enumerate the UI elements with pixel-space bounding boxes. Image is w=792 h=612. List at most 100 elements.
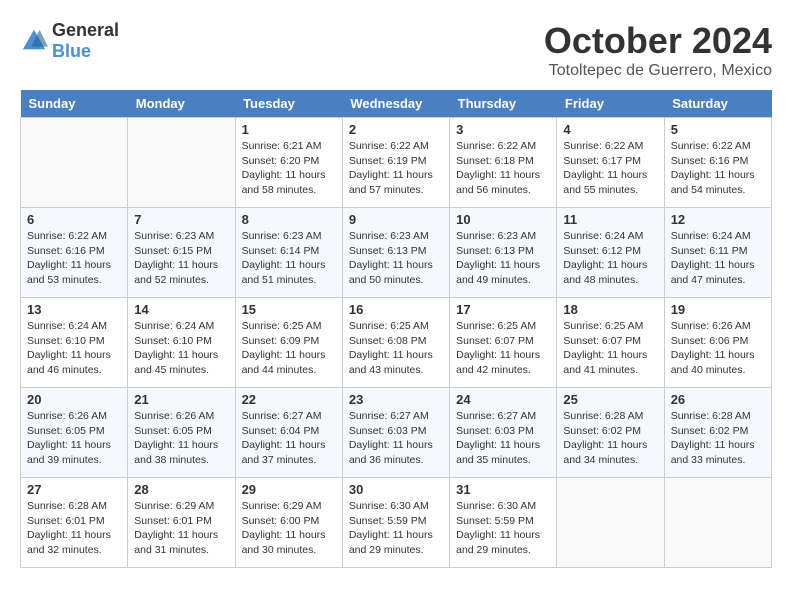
calendar-cell — [664, 478, 771, 568]
logo-general: General — [52, 20, 119, 40]
cell-content: Sunrise: 6:24 AMSunset: 6:11 PMDaylight:… — [671, 229, 765, 288]
logo-text: General Blue — [52, 20, 119, 62]
calendar-cell: 6Sunrise: 6:22 AMSunset: 6:16 PMDaylight… — [21, 208, 128, 298]
day-number: 28 — [134, 482, 228, 497]
day-number: 15 — [242, 302, 336, 317]
calendar-cell: 21 Sunrise: 6:26 AMSunset: 6:05 PMDayligh… — [128, 388, 235, 478]
cell-content: Sunrise: 6:23 AMSunset: 6:13 PMDaylight:… — [349, 229, 443, 288]
day-number: 23 — [349, 392, 443, 407]
day-number: 8 — [242, 212, 336, 227]
calendar-cell: 10 Sunrise: 6:23 AMSunset: 6:13 PMDayligh… — [450, 208, 557, 298]
calendar-cell: 18Sunrise: 6:25 AMSunset: 6:07 PMDayligh… — [557, 298, 664, 388]
calendar-cell: 12Sunrise: 6:24 AMSunset: 6:11 PMDayligh… — [664, 208, 771, 298]
calendar-cell: 17Sunrise: 6:25 AMSunset: 6:07 PMDayligh… — [450, 298, 557, 388]
weekday-header-friday: Friday — [557, 90, 664, 118]
cell-content: Sunrise: 6:23 AMSunset: 6:15 PMDaylight:… — [134, 229, 228, 288]
cell-content: Sunrise: 6:24 AMSunset: 6:10 PMDaylight:… — [134, 319, 228, 378]
weekday-header-tuesday: Tuesday — [235, 90, 342, 118]
weekday-header-thursday: Thursday — [450, 90, 557, 118]
calendar-cell: 15 Sunrise: 6:25 AMSunset: 6:09 PMDayligh… — [235, 298, 342, 388]
calendar-cell: 3Sunrise: 6:22 AMSunset: 6:18 PMDaylight… — [450, 118, 557, 208]
weekday-header-monday: Monday — [128, 90, 235, 118]
day-number: 24 — [456, 392, 550, 407]
day-number: 21 — [134, 392, 228, 407]
day-number: 6 — [27, 212, 121, 227]
day-number: 2 — [349, 122, 443, 137]
day-number: 30 — [349, 482, 443, 497]
day-number: 10 — [456, 212, 550, 227]
calendar-week-5: 27 Sunrise: 6:28 AMSunset: 6:01 PMDayligh… — [21, 478, 772, 568]
calendar-cell: 26 Sunrise: 6:28 AMSunset: 6:02 PMDayligh… — [664, 388, 771, 478]
location-title: Totoltepec de Guerrero, Mexico — [544, 62, 772, 80]
calendar-cell: 13 Sunrise: 6:24 AMSunset: 6:10 PMDayligh… — [21, 298, 128, 388]
calendar-cell: 28 Sunrise: 6:29 AMSunset: 6:01 PMDayligh… — [128, 478, 235, 568]
day-number: 25 — [563, 392, 657, 407]
cell-content: Sunrise: 6:24 AMSunset: 6:12 PMDaylight:… — [563, 229, 657, 288]
day-number: 11 — [563, 212, 657, 227]
calendar-cell: 8 Sunrise: 6:23 AMSunset: 6:14 PMDaylight… — [235, 208, 342, 298]
logo-blue: Blue — [52, 41, 91, 61]
calendar-cell: 11 Sunrise: 6:24 AMSunset: 6:12 PMDayligh… — [557, 208, 664, 298]
cell-content: Sunrise: 6:28 AMSunset: 6:01 PMDaylight:… — [27, 499, 121, 558]
cell-content: Sunrise: 6:30 AMSunset: 5:59 PMDaylight:… — [349, 499, 443, 558]
calendar-cell — [557, 478, 664, 568]
cell-content: Sunrise: 6:27 AMSunset: 6:03 PMDaylight:… — [349, 409, 443, 468]
title-section: October 2024 Totoltepec de Guerrero, Mex… — [544, 20, 772, 80]
cell-content: Sunrise: 6:26 AMSunset: 6:06 PMDaylight:… — [671, 319, 765, 378]
weekday-header-row: SundayMondayTuesdayWednesdayThursdayFrid… — [21, 90, 772, 118]
calendar-cell: 19 Sunrise: 6:26 AMSunset: 6:06 PMDayligh… — [664, 298, 771, 388]
month-title: October 2024 — [544, 20, 772, 62]
cell-content: Sunrise: 6:22 AMSunset: 6:16 PMDaylight:… — [671, 139, 765, 198]
logo: General Blue — [20, 20, 119, 62]
day-number: 22 — [242, 392, 336, 407]
day-number: 7 — [134, 212, 228, 227]
cell-content: Sunrise: 6:24 AMSunset: 6:10 PMDaylight:… — [27, 319, 121, 378]
cell-content: Sunrise: 6:25 AMSunset: 6:09 PMDaylight:… — [242, 319, 336, 378]
calendar-cell: 29Sunrise: 6:29 AMSunset: 6:00 PMDayligh… — [235, 478, 342, 568]
day-number: 3 — [456, 122, 550, 137]
calendar-table: SundayMondayTuesdayWednesdayThursdayFrid… — [20, 90, 772, 568]
cell-content: Sunrise: 6:22 AMSunset: 6:19 PMDaylight:… — [349, 139, 443, 198]
day-number: 16 — [349, 302, 443, 317]
day-number: 9 — [349, 212, 443, 227]
calendar-cell: 2 Sunrise: 6:22 AMSunset: 6:19 PMDaylight… — [342, 118, 449, 208]
cell-content: Sunrise: 6:29 AMSunset: 6:00 PMDaylight:… — [242, 499, 336, 558]
day-number: 26 — [671, 392, 765, 407]
day-number: 31 — [456, 482, 550, 497]
calendar-cell: 31 Sunrise: 6:30 AMSunset: 5:59 PMDayligh… — [450, 478, 557, 568]
cell-content: Sunrise: 6:26 AMSunset: 6:05 PMDaylight:… — [134, 409, 228, 468]
cell-content: Sunrise: 6:27 AMSunset: 6:03 PMDaylight:… — [456, 409, 550, 468]
calendar-week-2: 6Sunrise: 6:22 AMSunset: 6:16 PMDaylight… — [21, 208, 772, 298]
calendar-week-4: 20 Sunrise: 6:26 AMSunset: 6:05 PMDayligh… — [21, 388, 772, 478]
day-number: 27 — [27, 482, 121, 497]
calendar-week-1: 1Sunrise: 6:21 AMSunset: 6:20 PMDaylight… — [21, 118, 772, 208]
cell-content: Sunrise: 6:28 AMSunset: 6:02 PMDaylight:… — [671, 409, 765, 468]
cell-content: Sunrise: 6:30 AMSunset: 5:59 PMDaylight:… — [456, 499, 550, 558]
calendar-cell — [21, 118, 128, 208]
calendar-week-3: 13 Sunrise: 6:24 AMSunset: 6:10 PMDayligh… — [21, 298, 772, 388]
day-number: 18 — [563, 302, 657, 317]
calendar-cell: 24 Sunrise: 6:27 AMSunset: 6:03 PMDayligh… — [450, 388, 557, 478]
page-header: General Blue October 2024 Totoltepec de … — [20, 20, 772, 80]
cell-content: Sunrise: 6:28 AMSunset: 6:02 PMDaylight:… — [563, 409, 657, 468]
cell-content: Sunrise: 6:26 AMSunset: 6:05 PMDaylight:… — [27, 409, 121, 468]
calendar-cell: 14Sunrise: 6:24 AMSunset: 6:10 PMDayligh… — [128, 298, 235, 388]
cell-content: Sunrise: 6:23 AMSunset: 6:13 PMDaylight:… — [456, 229, 550, 288]
calendar-cell: 25 Sunrise: 6:28 AMSunset: 6:02 PMDayligh… — [557, 388, 664, 478]
calendar-cell: 5Sunrise: 6:22 AMSunset: 6:16 PMDaylight… — [664, 118, 771, 208]
calendar-cell: 9 Sunrise: 6:23 AMSunset: 6:13 PMDaylight… — [342, 208, 449, 298]
weekday-header-wednesday: Wednesday — [342, 90, 449, 118]
day-number: 19 — [671, 302, 765, 317]
weekday-header-saturday: Saturday — [664, 90, 771, 118]
calendar-cell — [128, 118, 235, 208]
calendar-cell: 30 Sunrise: 6:30 AMSunset: 5:59 PMDayligh… — [342, 478, 449, 568]
day-number: 1 — [242, 122, 336, 137]
cell-content: Sunrise: 6:29 AMSunset: 6:01 PMDaylight:… — [134, 499, 228, 558]
calendar-cell: 16Sunrise: 6:25 AMSunset: 6:08 PMDayligh… — [342, 298, 449, 388]
day-number: 13 — [27, 302, 121, 317]
calendar-cell: 22Sunrise: 6:27 AMSunset: 6:04 PMDayligh… — [235, 388, 342, 478]
day-number: 20 — [27, 392, 121, 407]
cell-content: Sunrise: 6:23 AMSunset: 6:14 PMDaylight:… — [242, 229, 336, 288]
weekday-header-sunday: Sunday — [21, 90, 128, 118]
calendar-cell: 1Sunrise: 6:21 AMSunset: 6:20 PMDaylight… — [235, 118, 342, 208]
